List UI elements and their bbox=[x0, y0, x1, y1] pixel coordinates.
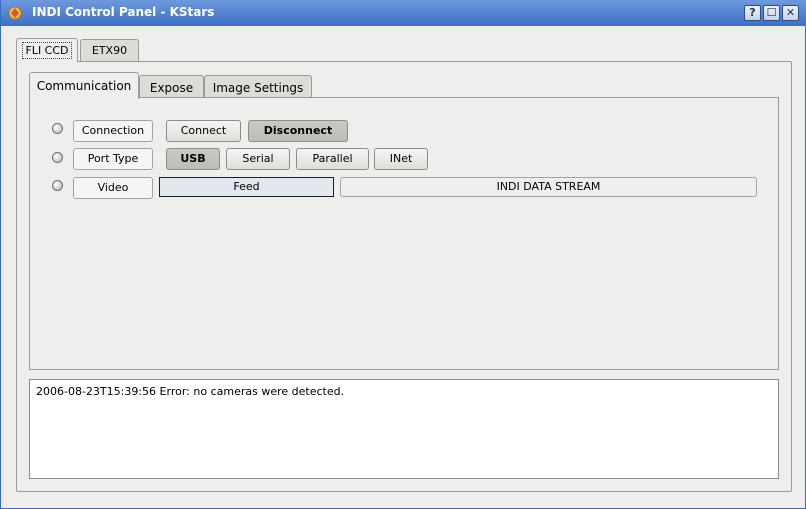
message-log[interactable]: 2006-08-23T15:39:56 Error: no cameras we… bbox=[29, 379, 779, 479]
tab-fli-ccd[interactable]: FLI CCD bbox=[16, 38, 78, 62]
tab-communication[interactable]: Communication bbox=[29, 72, 139, 99]
indi-control-panel-window: INDI Control Panel - KStars ? ☐ ✕ FLI CC… bbox=[0, 0, 806, 509]
video-label: Video bbox=[73, 177, 153, 199]
title-bar[interactable]: INDI Control Panel - KStars ? ☐ ✕ bbox=[1, 0, 806, 26]
disconnect-button[interactable]: Disconnect bbox=[248, 120, 348, 142]
tab-etx90[interactable]: ETX90 bbox=[80, 39, 139, 61]
kstars-icon bbox=[8, 6, 22, 20]
serial-button[interactable]: Serial bbox=[226, 148, 290, 170]
parallel-button[interactable]: Parallel bbox=[296, 148, 369, 170]
port-type-status-light bbox=[52, 152, 63, 163]
close-button[interactable]: ✕ bbox=[782, 5, 799, 21]
usb-button[interactable]: USB bbox=[166, 148, 220, 170]
tab-fli-ccd-label: FLI CCD bbox=[22, 42, 72, 59]
connect-button[interactable]: Connect bbox=[166, 120, 241, 142]
log-entry: 2006-08-23T15:39:56 Error: no cameras we… bbox=[36, 385, 345, 398]
inet-button[interactable]: INet bbox=[374, 148, 428, 170]
connection-label: Connection bbox=[73, 120, 153, 142]
port-type-label: Port Type bbox=[73, 148, 153, 170]
video-status-light bbox=[52, 180, 63, 191]
window-title: INDI Control Panel - KStars bbox=[32, 5, 215, 19]
feed-element-label: Feed bbox=[159, 177, 334, 197]
tab-etx90-label: ETX90 bbox=[91, 44, 128, 57]
video-stream-value: INDI DATA STREAM bbox=[340, 177, 757, 197]
maximize-button[interactable]: ☐ bbox=[763, 5, 780, 21]
help-button[interactable]: ? bbox=[744, 5, 761, 21]
connection-status-light bbox=[52, 123, 63, 134]
